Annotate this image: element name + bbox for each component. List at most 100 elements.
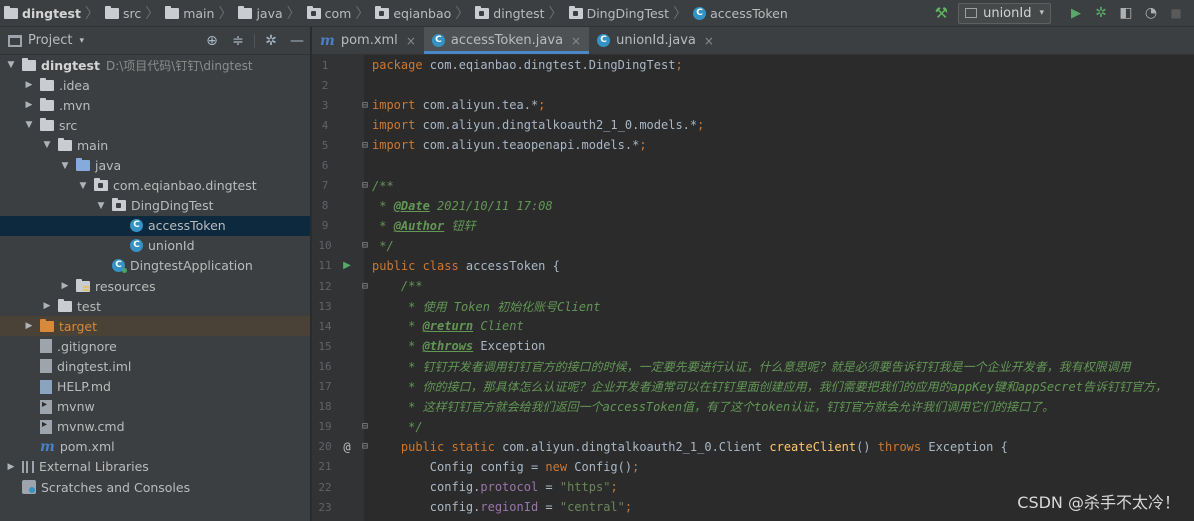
code-text: config.protocol = "https"; [372,480,618,495]
close-icon[interactable]: × [704,34,714,48]
collapse-arrow-icon[interactable]: ▶ [24,100,34,110]
expand-arrow-icon[interactable]: ▼ [78,181,88,191]
collapse-arrow-icon[interactable]: ▶ [24,80,34,90]
tree-item[interactable]: mvnw [0,397,310,417]
divider [254,33,255,48]
run-configuration-select[interactable]: unionId ▾ [958,2,1051,24]
chevron-down-icon[interactable]: ▾ [79,36,84,46]
expand-arrow-icon[interactable]: ▼ [96,201,106,211]
breadcrumb-item[interactable]: dingtest 〉 [469,0,563,26]
hide-icon[interactable]: — [284,33,310,49]
collapse-arrow-icon[interactable]: ▶ [60,281,70,291]
expand-arrow-icon[interactable]: ▼ [6,60,16,70]
editor-panel: m pom.xml × CaccessToken.java × CunionId.java… [312,27,1194,521]
coverage-icon[interactable]: ◧ [1114,2,1138,24]
run-icon[interactable]: ▶ [1064,2,1088,24]
hammer-icon[interactable]: ⚒ [935,4,948,22]
close-icon[interactable]: × [406,34,416,48]
tree-item[interactable]: ▼ src [0,115,310,135]
gear-icon[interactable]: ✲ [258,33,284,49]
tree-item-path: D:\项目代码\钉钉\dingtest [105,58,253,73]
tree-item[interactable]: ▶ .mvn [0,95,310,115]
chevron-right-icon: 〉 [355,6,370,22]
fold-icon[interactable]: ⊟ [362,281,368,292]
project-view-selector[interactable]: Project [28,33,72,48]
tree-item[interactable]: ▶ .idea [0,75,310,95]
tree-item-label: mvnw [57,399,95,415]
tree-item-label: main [77,137,109,153]
collapse-arrow-icon[interactable]: ▶ [6,462,16,472]
breadcrumb-label: eqianbao [393,5,452,21]
breadcrumb-label: main [183,5,215,21]
run-gutter-icon[interactable]: ▶ [340,260,354,271]
git-file-icon [40,339,52,354]
tree-item[interactable]: CaccessToken [0,215,310,236]
expand-arrow-icon[interactable]: ▼ [24,120,34,130]
breadcrumb-label: accessToken [710,5,788,21]
editor-tab[interactable]: CaccessToken.java × [423,27,590,54]
code-text: * @Author 钮轩 [372,219,476,234]
tree-item[interactable]: m pom.xml [0,437,310,457]
line-number: 10 [318,239,332,253]
expand-arrow-icon[interactable]: ▼ [42,140,52,150]
override-gutter-icon[interactable]: @ [340,440,354,454]
tree-item[interactable]: ▶ External Libraries [0,457,310,477]
fold-icon[interactable]: ⊟ [362,421,368,432]
folder-icon [40,117,54,131]
breadcrumb-item[interactable]: main 〉 [159,0,232,26]
line-number: 13 [318,299,332,313]
breadcrumb-item[interactable]: eqianbao 〉 [369,0,469,26]
editor-tab[interactable]: CunionId.java × [589,27,722,54]
tree-item[interactable]: C DingtestApplication [0,256,310,276]
debug-icon[interactable]: ✲ [1089,2,1113,24]
tree-item[interactable]: ▼ dingtest D:\项目代码\钉钉\dingtest [0,55,310,75]
profile-icon[interactable]: ◔ [1139,2,1163,24]
fold-icon[interactable]: ⊟ [362,240,368,251]
close-icon[interactable]: × [571,34,581,48]
expand-arrow-icon[interactable]: ▼ [60,161,70,171]
tree-item[interactable]: CunionId [0,236,310,256]
editor-tabs: m pom.xml × CaccessToken.java × CunionId.java… [312,27,1194,55]
tree-item-label: Scratches and Consoles [41,479,191,495]
line-number: 18 [318,400,332,414]
breadcrumb-item[interactable]: src 〉 [99,0,159,26]
fold-icon[interactable]: ⊟ [362,180,368,191]
tab-label: accessToken.java [450,33,564,48]
tree-item[interactable]: ▶ resources [0,276,310,296]
tree-item[interactable]: dingtest.iml [0,356,310,376]
run-toolbar: ⚒ unionId ▾ ▶ ✲ ◧ ◔ ■ [935,0,1194,26]
breadcrumb-item[interactable]: dingtest 〉 [2,0,99,26]
fold-icon[interactable]: ⊟ [362,140,368,151]
tree-item[interactable]: ▶ target [0,316,310,337]
code-editor[interactable]: 1 package com.eqianbao.dingtest.DingDingT… [312,55,1194,521]
code-line: 17 * 你的接口，那具体怎么认证呢？企业开发者通常可以在钉钉里面创建应用，我们… [312,377,1194,397]
chevron-right-icon: 〉 [145,6,160,22]
breadcrumb-item[interactable]: com 〉 [301,0,370,26]
line-number: 1 [321,58,329,72]
fold-icon[interactable]: ⊟ [362,100,368,111]
class-icon: C [130,219,143,233]
collapse-arrow-icon[interactable]: ▶ [24,321,34,331]
breadcrumb-item[interactable]: java 〉 [232,0,301,26]
editor-tab[interactable]: m pom.xml × [312,27,424,54]
locate-icon[interactable]: ⊕ [199,33,225,49]
line-number: 20 [318,440,332,454]
breadcrumb-item[interactable]: CaccessToken [687,0,788,26]
tree-item[interactable]: mvnw.cmd [0,417,310,437]
folder-icon [40,97,54,111]
fold-icon[interactable]: ⊟ [362,441,368,452]
tree-item-label: java [95,158,122,174]
breadcrumb-item[interactable]: DingDingTest 〉 [563,0,687,26]
tree-item[interactable]: ▼ com.eqianbao.dingtest [0,176,310,196]
tree-item[interactable]: .gitignore [0,336,310,356]
tree-item[interactable]: Scratches and Consoles [0,477,310,497]
tree-item[interactable]: ▼ main [0,135,310,155]
tree-item[interactable]: ▼ java [0,155,310,175]
collapse-arrow-icon[interactable]: ▶ [42,301,52,311]
tree-item[interactable]: ▶ test [0,296,310,316]
tree-item[interactable]: ▼ DingDingTest [0,196,310,216]
tree-item[interactable]: HELP.md [0,377,310,397]
stop-icon[interactable]: ■ [1164,2,1188,24]
breadcrumb-label: dingtest [22,5,81,21]
collapse-all-icon[interactable]: ≑ [225,33,251,49]
